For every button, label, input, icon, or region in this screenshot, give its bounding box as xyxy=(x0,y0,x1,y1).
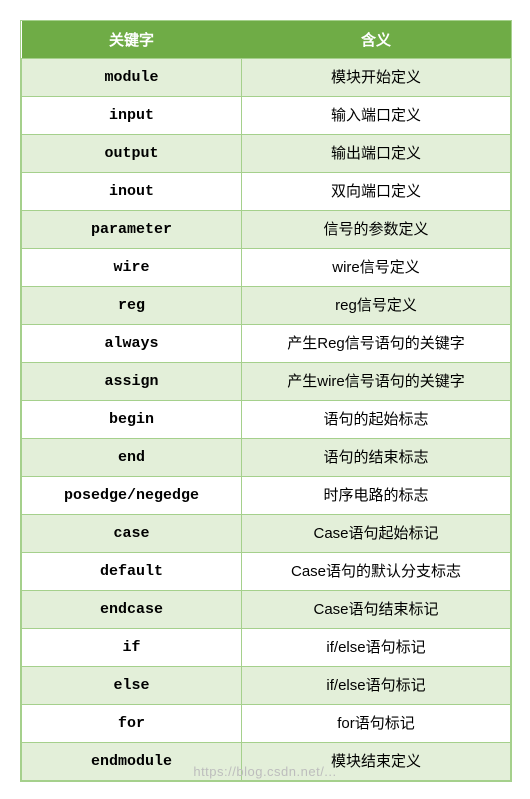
keyword-cell: assign xyxy=(22,363,242,401)
table-body: module模块开始定义input输入端口定义output输出端口定义inout… xyxy=(22,59,511,781)
keyword-cell: end xyxy=(22,439,242,477)
meaning-cell: 模块开始定义 xyxy=(242,59,511,97)
keyword-cell: reg xyxy=(22,287,242,325)
keyword-cell: case xyxy=(22,515,242,553)
meaning-cell: reg信号定义 xyxy=(242,287,511,325)
meaning-cell: Case语句的默认分支标志 xyxy=(242,553,511,591)
keyword-cell: output xyxy=(22,135,242,173)
keyword-cell: endmodule xyxy=(22,743,242,781)
keyword-cell: else xyxy=(22,667,242,705)
table-row: inout双向端口定义 xyxy=(22,173,511,211)
table-row: forfor语句标记 xyxy=(22,705,511,743)
table-row: posedge/negedge时序电路的标志 xyxy=(22,477,511,515)
table-row: endcaseCase语句结束标记 xyxy=(22,591,511,629)
meaning-cell: if/else语句标记 xyxy=(242,629,511,667)
keyword-cell: posedge/negedge xyxy=(22,477,242,515)
table-row: elseif/else语句标记 xyxy=(22,667,511,705)
header-keyword: 关键字 xyxy=(22,21,242,59)
keyword-cell: parameter xyxy=(22,211,242,249)
table-row: regreg信号定义 xyxy=(22,287,511,325)
table-row: output输出端口定义 xyxy=(22,135,511,173)
keyword-cell: if xyxy=(22,629,242,667)
header-meaning: 含义 xyxy=(242,21,511,59)
table-row: input输入端口定义 xyxy=(22,97,511,135)
meaning-cell: 模块结束定义 xyxy=(242,743,511,781)
meaning-cell: if/else语句标记 xyxy=(242,667,511,705)
table-row: assign产生wire信号语句的关键字 xyxy=(22,363,511,401)
keyword-cell: module xyxy=(22,59,242,97)
meaning-cell: wire信号定义 xyxy=(242,249,511,287)
meaning-cell: 输出端口定义 xyxy=(242,135,511,173)
table-header: 关键字 含义 xyxy=(22,21,511,59)
meaning-cell: 语句的起始标志 xyxy=(242,401,511,439)
meaning-cell: 输入端口定义 xyxy=(242,97,511,135)
keyword-cell: always xyxy=(22,325,242,363)
table-row: always产生Reg信号语句的关键字 xyxy=(22,325,511,363)
meaning-cell: Case语句起始标记 xyxy=(242,515,511,553)
keyword-cell: inout xyxy=(22,173,242,211)
table-row: module模块开始定义 xyxy=(22,59,511,97)
meaning-cell: 双向端口定义 xyxy=(242,173,511,211)
keyword-cell: input xyxy=(22,97,242,135)
meaning-cell: 信号的参数定义 xyxy=(242,211,511,249)
keyword-table: 关键字 含义 module模块开始定义input输入端口定义output输出端口… xyxy=(21,21,511,781)
meaning-cell: for语句标记 xyxy=(242,705,511,743)
table-row: end语句的结束标志 xyxy=(22,439,511,477)
table-row: defaultCase语句的默认分支标志 xyxy=(22,553,511,591)
meaning-cell: 语句的结束标志 xyxy=(242,439,511,477)
meaning-cell: Case语句结束标记 xyxy=(242,591,511,629)
meaning-cell: 时序电路的标志 xyxy=(242,477,511,515)
keyword-cell: default xyxy=(22,553,242,591)
table-row: endmodule模块结束定义 xyxy=(22,743,511,781)
table-row: wirewire信号定义 xyxy=(22,249,511,287)
keyword-cell: for xyxy=(22,705,242,743)
keyword-cell: wire xyxy=(22,249,242,287)
keyword-cell: begin xyxy=(22,401,242,439)
table-row: begin语句的起始标志 xyxy=(22,401,511,439)
keyword-table-container: 关键字 含义 module模块开始定义input输入端口定义output输出端口… xyxy=(20,20,512,782)
table-row: caseCase语句起始标记 xyxy=(22,515,511,553)
meaning-cell: 产生Reg信号语句的关键字 xyxy=(242,325,511,363)
meaning-cell: 产生wire信号语句的关键字 xyxy=(242,363,511,401)
table-row: parameter信号的参数定义 xyxy=(22,211,511,249)
keyword-cell: endcase xyxy=(22,591,242,629)
table-row: ifif/else语句标记 xyxy=(22,629,511,667)
